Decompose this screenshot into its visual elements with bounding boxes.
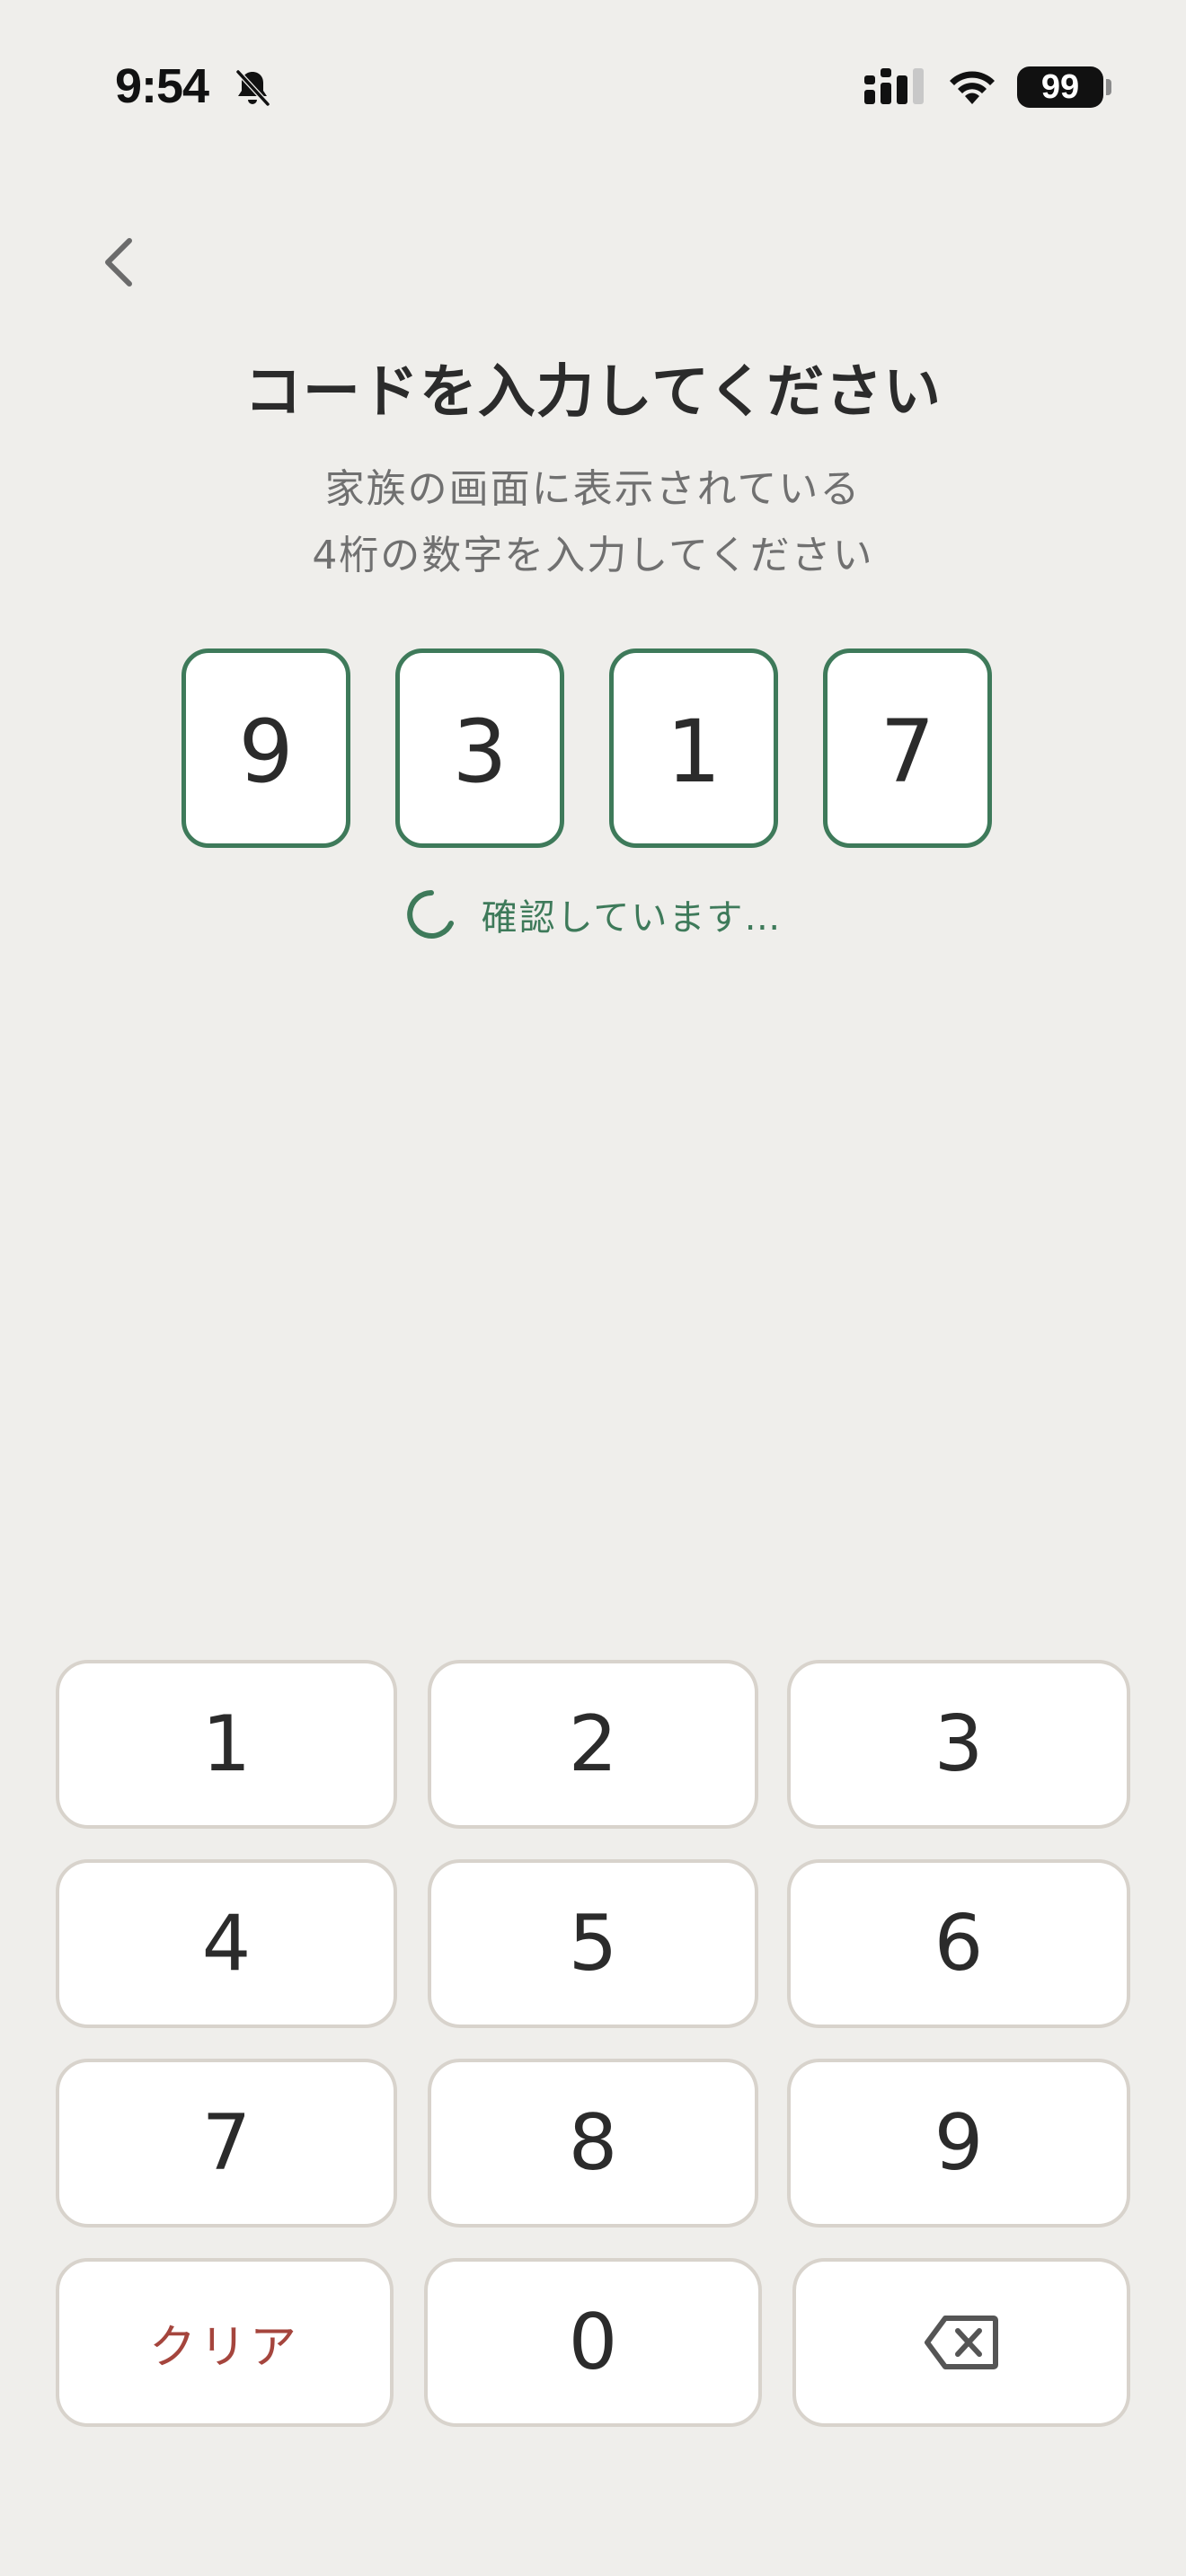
- key-9[interactable]: 9: [787, 2059, 1130, 2228]
- key-5[interactable]: 5: [428, 1859, 758, 2028]
- code-digit-2: 3: [395, 648, 564, 848]
- code-digit-1: 9: [181, 648, 350, 848]
- subtitle-line-2: 4桁の数字を入力してください: [312, 533, 874, 578]
- code-digit-3: 1: [609, 648, 778, 848]
- status-time: 9:54: [115, 59, 209, 113]
- clear-label: クリア: [148, 2320, 300, 2375]
- backspace-button[interactable]: [792, 2258, 1130, 2427]
- wifi-icon: [950, 71, 995, 104]
- code-digit-4: 7: [823, 648, 992, 848]
- key-6[interactable]: 6: [787, 1859, 1130, 2028]
- key-8[interactable]: 8: [428, 2059, 758, 2228]
- battery-icon: 99: [1017, 66, 1103, 108]
- bell-slash-icon: [235, 69, 270, 107]
- page-title: コードを入力してください: [243, 359, 943, 426]
- backspace-icon: [925, 2316, 998, 2369]
- back-button[interactable]: [83, 226, 155, 298]
- battery-level: 99: [1040, 68, 1080, 106]
- subtitle-line-1: 家族の画面に表示されている: [324, 466, 862, 512]
- page-subtitle: 家族の画面に表示されている 4桁の数字を入力してください: [0, 456, 1186, 589]
- key-0[interactable]: 0: [424, 2258, 762, 2427]
- battery-cap: [1106, 79, 1111, 95]
- signal-icon: [864, 68, 924, 104]
- code-input[interactable]: 9 3 1 7: [181, 648, 1005, 851]
- checking-status: 確認しています…: [0, 887, 1186, 941]
- key-2[interactable]: 2: [428, 1660, 758, 1829]
- key-7[interactable]: 7: [56, 2059, 397, 2228]
- key-1[interactable]: 1: [56, 1660, 397, 1829]
- checking-text: 確認しています…: [481, 897, 783, 939]
- key-4[interactable]: 4: [56, 1859, 397, 2028]
- spinner-icon: [406, 890, 454, 939]
- chevron-left-icon: [105, 238, 132, 287]
- clear-button[interactable]: クリア: [56, 2258, 394, 2427]
- key-3[interactable]: 3: [787, 1660, 1130, 1829]
